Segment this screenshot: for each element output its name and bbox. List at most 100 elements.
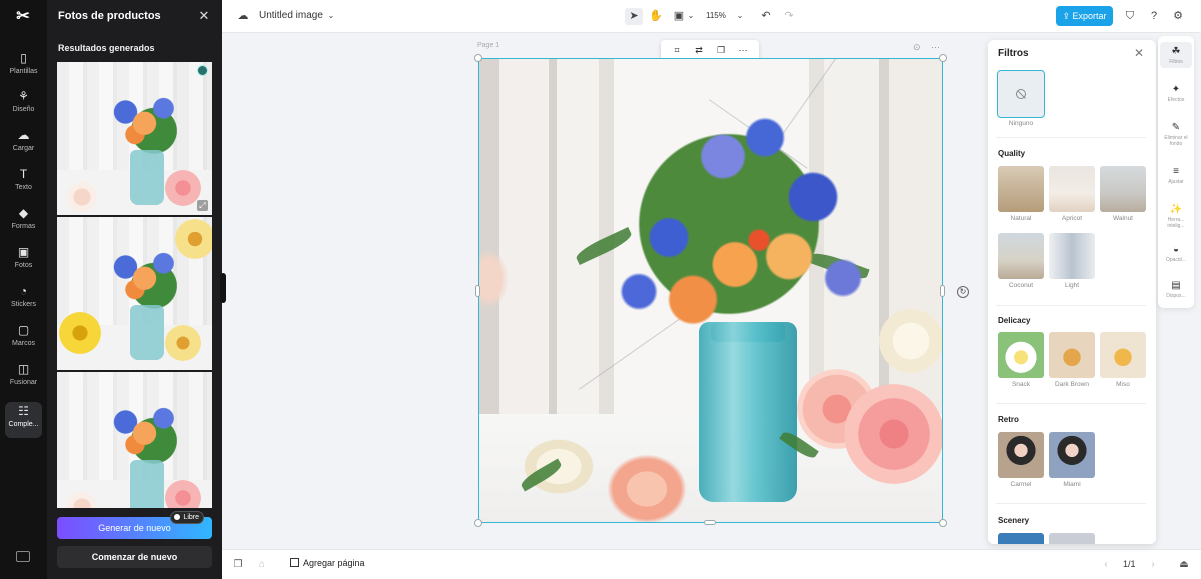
- replace-icon[interactable]: ⇄: [693, 44, 705, 56]
- rail-item-fotos[interactable]: ▣ Fotos: [0, 243, 47, 279]
- rail-item-cargar[interactable]: ☁ Cargar: [0, 126, 47, 162]
- panel-collapse-handle[interactable]: [220, 273, 226, 303]
- undo-icon[interactable]: ↶: [759, 9, 773, 23]
- tool-remove-bg[interactable]: ✎ Eliminar el fondo: [1160, 118, 1192, 150]
- resize-handle-bottom-left[interactable]: [474, 519, 482, 527]
- filter-tile[interactable]: [998, 332, 1044, 378]
- chevron-down-icon[interactable]: ⌄: [684, 9, 698, 23]
- page-counter: 1/1: [1123, 559, 1136, 569]
- filter-tile[interactable]: [1049, 233, 1095, 279]
- rail-item-label: Cargar: [12, 145, 35, 152]
- resize-handle-bottom-right[interactable]: [939, 519, 947, 527]
- filter-tile[interactable]: [998, 166, 1044, 212]
- resize-handle-right[interactable]: [940, 285, 945, 297]
- cloud-sync-icon[interactable]: ☁: [236, 9, 250, 23]
- add-page-button[interactable]: Agregar página: [290, 558, 365, 568]
- filter-tile[interactable]: [998, 533, 1044, 544]
- document-title[interactable]: Untitled image: [259, 10, 323, 21]
- smart-tools-icon: ✨: [1169, 204, 1183, 215]
- chevron-down-icon[interactable]: ⌄: [324, 9, 338, 23]
- rail-item-comple[interactable]: ☷ Comple...: [5, 402, 42, 438]
- generate-again-button[interactable]: Generar de nuevo Libre: [57, 511, 212, 539]
- adjust-icon: ≡: [1173, 166, 1179, 177]
- free-badge: Libre: [170, 511, 204, 524]
- filter-tile[interactable]: [998, 233, 1044, 279]
- filter-tile[interactable]: [1100, 166, 1146, 212]
- canvas-image[interactable]: [478, 58, 943, 523]
- text-icon: T: [19, 167, 28, 181]
- hand-tool-icon[interactable]: ✋: [649, 9, 663, 23]
- rail-item-stickers[interactable]: ◔ Stickers: [0, 282, 47, 318]
- rail-item-marcos[interactable]: ▢ Marcos: [0, 321, 47, 357]
- section-title: Quality: [998, 149, 1026, 158]
- filter-tile[interactable]: [1100, 332, 1146, 378]
- crop-icon[interactable]: ⌗: [671, 44, 683, 56]
- rail-item-label: Stickers: [11, 301, 36, 308]
- panel-subtitle: Resultados generados: [58, 43, 155, 53]
- more-options-icon[interactable]: ⋯: [737, 44, 749, 56]
- section-title: Retro: [998, 415, 1019, 424]
- resize-handle-left[interactable]: [475, 285, 480, 297]
- settings-gear-icon[interactable]: ⚙: [1171, 9, 1185, 23]
- previous-page-icon[interactable]: ‹: [1100, 559, 1112, 571]
- opacity-icon: ◒: [1172, 244, 1180, 255]
- rail-item-formas[interactable]: ◆ Formas: [0, 204, 47, 240]
- page-more-icon[interactable]: ⋯: [931, 42, 940, 53]
- rail-item-label: Diseño: [12, 106, 35, 113]
- help-icon[interactable]: ?: [1147, 9, 1161, 23]
- filter-tile[interactable]: [1049, 432, 1095, 478]
- tool-effects[interactable]: ✦ Efectos: [1160, 80, 1192, 106]
- design-icon: ⚘: [18, 89, 29, 103]
- filter-none-tile[interactable]: [997, 70, 1045, 118]
- filter-tile[interactable]: [1049, 332, 1095, 378]
- filter-label: Apricot: [1061, 215, 1083, 222]
- filter-tile[interactable]: [1049, 166, 1095, 212]
- capcut-logo-icon[interactable]: ✂: [13, 7, 33, 27]
- page-duplicate-icon[interactable]: ⊙: [913, 42, 921, 53]
- rotate-icon[interactable]: ↻: [957, 286, 969, 298]
- rail-item-label: Formas: [11, 223, 36, 230]
- chevron-down-icon[interactable]: ⌄: [733, 9, 747, 23]
- filters-panel: Filtros ✕ Ninguno Quality Natural Aprico…: [988, 40, 1156, 544]
- result-thumbnail[interactable]: [57, 372, 212, 508]
- rail-item-dise-o[interactable]: ⚘ Diseño: [0, 87, 47, 123]
- start-over-button[interactable]: Comenzar de nuevo: [57, 546, 212, 568]
- tool-adjust[interactable]: ≡ Ajustar: [1160, 162, 1192, 188]
- zoom-level[interactable]: 115%: [706, 11, 726, 20]
- redo-icon[interactable]: ↷: [782, 9, 796, 23]
- filter-tile[interactable]: [1049, 533, 1095, 544]
- rail-item-label: Fotos: [14, 262, 33, 269]
- duplicate-icon[interactable]: ❐: [715, 44, 727, 56]
- lock-icon[interactable]: ⌂: [256, 559, 268, 571]
- rail-item-fusionar[interactable]: ◫ Fusionar: [0, 360, 47, 396]
- result-thumbnail[interactable]: [57, 217, 212, 370]
- resize-handle-bottom[interactable]: [704, 520, 716, 525]
- select-tool-icon[interactable]: ➤: [625, 8, 643, 25]
- close-icon[interactable]: ✕: [1133, 46, 1145, 60]
- filter-tile[interactable]: [998, 432, 1044, 478]
- tool-arrange[interactable]: ▤ Dispos...: [1160, 276, 1192, 302]
- bottom-toolbar: ❐ ⌂ Agregar página ‹ 1/1 › ⏏: [222, 549, 1201, 579]
- resize-handle-top-right[interactable]: [939, 54, 947, 62]
- shield-icon[interactable]: ⛉: [1123, 9, 1137, 23]
- tool-opacity[interactable]: ◒ Opacid...: [1160, 240, 1192, 266]
- rail-item-texto[interactable]: T Texto: [0, 165, 47, 201]
- generate-again-label: Generar de nuevo: [98, 523, 171, 533]
- layers-icon[interactable]: ❐: [232, 559, 244, 571]
- result-thumbnail[interactable]: ⤢: [57, 62, 212, 215]
- next-page-icon[interactable]: ›: [1147, 559, 1159, 571]
- top-toolbar: ☁ Untitled image ⌄ ➤ ✋ ▣ ⌄ 115% ⌄ ↶ ↷ ⇪ …: [222, 0, 1201, 33]
- keyboard-shortcuts-icon[interactable]: [16, 551, 30, 562]
- tool-filters[interactable]: ☘ Filtros: [1160, 42, 1192, 68]
- expand-pages-icon[interactable]: ⏏: [1178, 559, 1190, 571]
- rail-item-plantillas[interactable]: ▯ Plantillas: [0, 49, 47, 85]
- export-button[interactable]: ⇪ Exportar: [1056, 6, 1113, 26]
- left-rail: ✂ ▯ Plantillas ⚘ Diseño ☁ Cargar T Texto ◆ Formas…: [0, 0, 47, 579]
- tool-smart-tools[interactable]: ✨ Herra... intelig...: [1160, 200, 1192, 232]
- tool-label: Herra... intelig...: [1167, 217, 1185, 229]
- expand-icon[interactable]: ⤢: [197, 200, 208, 211]
- selected-check-icon: [197, 65, 208, 76]
- resize-handle-top-left[interactable]: [474, 54, 482, 62]
- generated-results-list[interactable]: ⤢: [57, 62, 212, 508]
- close-icon[interactable]: ✕: [197, 8, 211, 24]
